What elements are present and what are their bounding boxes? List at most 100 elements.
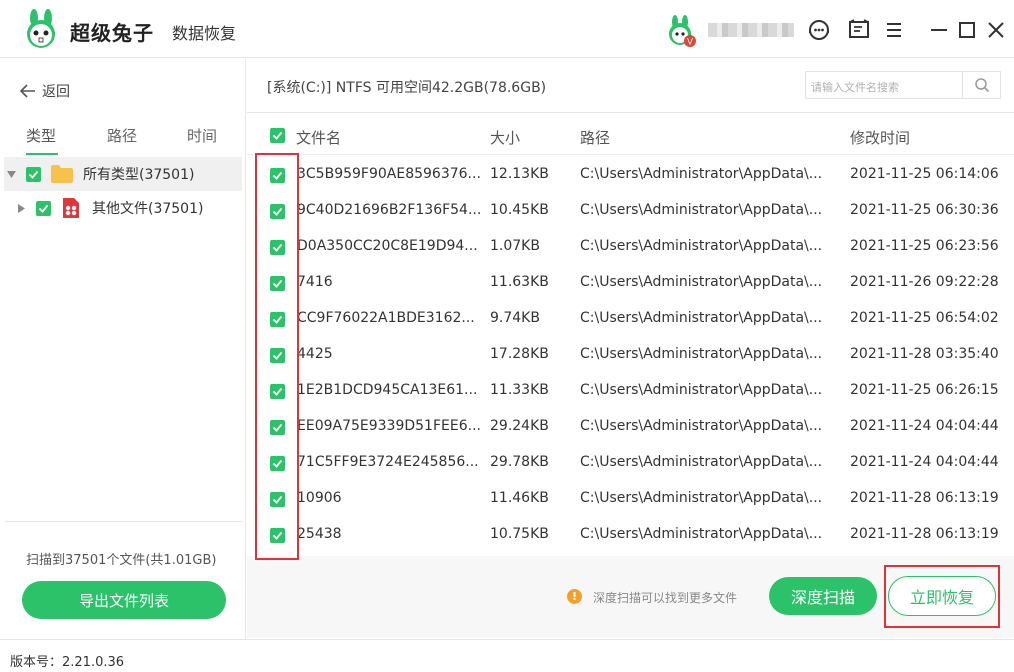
- file-size: 11.46KB: [490, 490, 549, 506]
- file-name: 4425: [297, 346, 333, 362]
- file-icon: [63, 198, 79, 218]
- table-row[interactable]: D0A350CC20C8E19D94... 1.07KB C:\Users\Admi…: [247, 229, 1014, 265]
- export-file-list-button[interactable]: 导出文件列表: [22, 581, 226, 619]
- file-name: 25438: [297, 526, 342, 542]
- arrow-left-icon: [20, 84, 35, 98]
- row-checkbox[interactable]: [270, 276, 285, 291]
- user-avatar[interactable]: V: [664, 15, 696, 47]
- file-modified-time: 2021-11-25 06:26:15: [850, 382, 999, 398]
- left-panel: 返回 类型 路径 时间 所有类型(37501) 其他文件(37501) 扫描到3…: [0, 59, 246, 639]
- back-button[interactable]: 返回: [20, 81, 70, 101]
- column-header-time[interactable]: 修改时间: [850, 127, 910, 148]
- table-row[interactable]: 4425 17.28KB C:\Users\Administrator\AppDat…: [247, 337, 1014, 373]
- file-path: C:\Users\Administrator\AppData\...: [580, 418, 823, 434]
- caret-down-icon[interactable]: [6, 169, 16, 179]
- row-checkbox[interactable]: [270, 312, 285, 327]
- search-input[interactable]: 请输入文件名搜索: [805, 71, 1001, 99]
- recover-now-button[interactable]: 立即恢复: [888, 576, 996, 616]
- file-size: 11.63KB: [490, 274, 549, 290]
- table-row[interactable]: CC9F76022A1BDE3162... 9.74KB C:\Users\Admi…: [247, 301, 1014, 337]
- column-header-size[interactable]: 大小: [490, 127, 520, 148]
- checkbox[interactable]: [26, 166, 41, 182]
- tree-label: 其他文件(37501): [92, 201, 204, 217]
- file-modified-time: 2021-11-25 06:23:56: [850, 238, 999, 254]
- info-icon: !: [567, 589, 582, 604]
- table-row[interactable]: 71C5FF9E3724E245856... 29.78KB C:\Users\Ad…: [247, 445, 1014, 481]
- close-icon[interactable]: [983, 17, 1009, 43]
- file-modified-time: 2021-11-24 04:04:44: [850, 418, 999, 434]
- file-name: D0A350CC20C8E19D94...: [297, 238, 478, 254]
- checkbox[interactable]: [36, 200, 51, 216]
- path-bar: [系统(C:)] NTFS 可用空间42.2GB(78.6GB) 请输入文件名搜…: [247, 59, 1014, 113]
- file-modified-time: 2021-11-28 06:13:19: [850, 490, 999, 506]
- file-size: 10.45KB: [490, 202, 549, 218]
- app-subtitle: 数据恢复: [172, 24, 237, 43]
- column-header-path[interactable]: 路径: [580, 127, 610, 148]
- row-checkbox[interactable]: [270, 420, 285, 435]
- table-row[interactable]: EE09A75E9339D51FEE6... 29.24KB C:\Users\Ad…: [247, 409, 1014, 445]
- deep-scan-tip: 深度扫描可以找到更多文件: [593, 591, 738, 605]
- row-checkbox[interactable]: [270, 456, 285, 471]
- file-modified-time: 2021-11-25 06:30:36: [850, 202, 999, 218]
- file-path: C:\Users\Administrator\AppData\...: [580, 490, 823, 506]
- table-row[interactable]: 3C5B959F90AE8596376... 12.13KB C:\Users\Ad…: [247, 157, 1014, 193]
- active-tab-indicator: [26, 153, 58, 155]
- file-name: 1E2B1DCD945CA13E61...: [297, 382, 478, 398]
- deep-scan-button[interactable]: 深度扫描: [769, 577, 877, 615]
- tree-item-other-files[interactable]: 其他文件(37501): [4, 191, 242, 225]
- search-button[interactable]: [962, 72, 1000, 98]
- file-name: 10906: [297, 490, 342, 506]
- tree-label: 所有类型(37501): [83, 167, 195, 183]
- file-modified-time: 2021-11-28 03:35:40: [850, 346, 999, 362]
- file-size: 1.07KB: [490, 238, 540, 254]
- maximize-icon[interactable]: [954, 17, 980, 43]
- table-row[interactable]: 10906 11.46KB C:\Users\Administrator\AppDa…: [247, 481, 1014, 517]
- file-size: 9.74KB: [490, 310, 540, 326]
- file-modified-time: 2021-11-25 06:54:02: [850, 310, 999, 326]
- file-name: 7416: [297, 274, 333, 290]
- customer-service-icon[interactable]: [806, 17, 832, 43]
- file-size: 17.28KB: [490, 346, 549, 362]
- file-path: C:\Users\Administrator\AppData\...: [580, 310, 823, 326]
- file-path: C:\Users\Administrator\AppData\...: [580, 346, 823, 362]
- file-name: CC9F76022A1BDE3162...: [297, 310, 475, 326]
- file-path: C:\Users\Administrator\AppData\...: [580, 274, 823, 290]
- row-checkbox[interactable]: [270, 168, 285, 183]
- file-name: 71C5FF9E3724E245856...: [297, 454, 479, 470]
- file-modified-time: 2021-11-25 06:14:06: [850, 166, 999, 182]
- tab-type[interactable]: 类型: [26, 125, 56, 146]
- file-name: 3C5B959F90AE8596376...: [297, 166, 481, 182]
- row-checkbox[interactable]: [270, 492, 285, 507]
- user-name-blurred: [708, 23, 794, 37]
- feedback-icon[interactable]: [846, 17, 872, 43]
- table-row[interactable]: 7416 11.63KB C:\Users\Administrator\AppDat…: [247, 265, 1014, 301]
- file-path: C:\Users\Administrator\AppData\...: [580, 202, 823, 218]
- file-path: C:\Users\Administrator\AppData\...: [580, 238, 823, 254]
- column-header-name[interactable]: 文件名: [296, 127, 341, 148]
- tree-item-all-types[interactable]: 所有类型(37501): [4, 157, 242, 191]
- tab-time[interactable]: 时间: [187, 125, 217, 146]
- file-size: 29.24KB: [490, 418, 549, 434]
- menu-icon[interactable]: [881, 17, 907, 43]
- rabbit-logo-icon: [27, 9, 55, 48]
- minimize-icon[interactable]: [926, 17, 952, 43]
- tab-path[interactable]: 路径: [107, 125, 137, 146]
- caret-right-icon[interactable]: [16, 203, 26, 213]
- row-checkbox[interactable]: [270, 348, 285, 363]
- table-row[interactable]: 9C40D21696B2F136F54... 10.45KB C:\Users\Ad…: [247, 193, 1014, 229]
- row-checkbox[interactable]: [270, 384, 285, 399]
- select-all-checkbox[interactable]: [270, 128, 285, 143]
- row-checkbox[interactable]: [270, 204, 285, 219]
- divider: [6, 521, 242, 522]
- version-label: 版本号：2.21.0.36: [10, 655, 125, 670]
- table-row[interactable]: 25438 10.75KB C:\Users\Administrator\AppDa…: [247, 517, 1014, 553]
- file-path: C:\Users\Administrator\AppData\...: [580, 454, 823, 470]
- file-name: EE09A75E9339D51FEE6...: [297, 418, 481, 434]
- action-bar: ! 深度扫描可以找到更多文件 深度扫描 立即恢复: [247, 556, 1014, 638]
- app-name: 超级兔子: [70, 21, 154, 45]
- row-checkbox[interactable]: [270, 240, 285, 255]
- table-row[interactable]: 1E2B1DCD945CA13E61... 11.33KB C:\Users\Adm…: [247, 373, 1014, 409]
- table-header: 文件名 大小 路径 修改时间: [247, 117, 1014, 155]
- file-path: C:\Users\Administrator\AppData\...: [580, 166, 823, 182]
- row-checkbox[interactable]: [270, 528, 285, 543]
